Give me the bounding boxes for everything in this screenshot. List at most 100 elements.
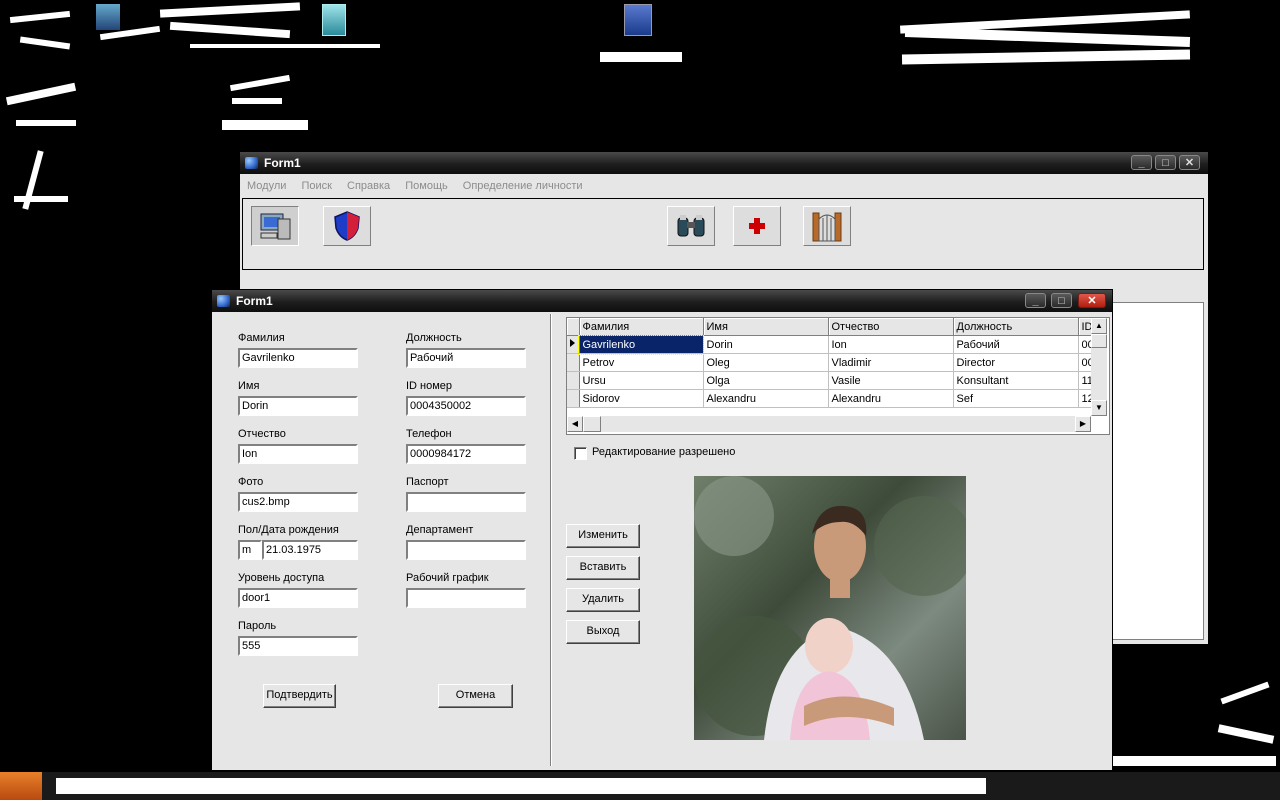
name-field[interactable]: Dorin — [238, 396, 358, 416]
desktop-scribble — [169, 21, 291, 39]
column-header-patronymic[interactable]: Отчество — [828, 318, 954, 336]
grid-cell-position[interactable]: Sef — [953, 389, 1079, 408]
close-icon[interactable]: ✕ — [1078, 293, 1106, 308]
scroll-right-icon[interactable]: ▶ — [1075, 416, 1091, 432]
close-icon[interactable]: ✕ — [1179, 155, 1200, 170]
department-field[interactable] — [406, 540, 526, 560]
taskbar — [0, 772, 1280, 800]
cancel-button[interactable]: Отмена — [438, 684, 513, 708]
grid-cell-position[interactable]: Рабочий — [953, 335, 1079, 354]
grid-cell-surname[interactable]: Sidorov — [579, 389, 704, 408]
employee-form-window: Form1 _ □ ✕ Фамилия Gavrilenko Имя Dorin… — [212, 290, 1112, 770]
passport-label: Паспорт — [406, 476, 449, 488]
desktop-scribble — [14, 196, 68, 202]
main-window-titlebar[interactable]: Form1 _ □ ✕ — [240, 152, 1208, 174]
employees-grid[interactable]: Фамилия Имя Отчество Должность ID Gavril… — [566, 317, 1110, 435]
scroll-thumb[interactable] — [583, 416, 601, 432]
column-header-name[interactable]: Имя — [703, 318, 829, 336]
id-number-label: ID номер — [406, 380, 453, 392]
confirm-button[interactable]: Подтвердить — [263, 684, 336, 708]
form-window-titlebar[interactable]: Form1 _ □ ✕ — [212, 290, 1112, 312]
desktop-scribble — [229, 74, 291, 92]
edit-allowed-checkbox[interactable] — [574, 447, 587, 460]
table-row[interactable]: Sidorov Alexandru Alexandru Sef 12 — [567, 389, 1095, 408]
access-level-field[interactable]: door1 — [238, 588, 358, 608]
maximize-icon[interactable]: □ — [1051, 293, 1072, 308]
search-button[interactable] — [667, 206, 715, 246]
door-button[interactable] — [803, 206, 851, 246]
desktop-scribble — [901, 49, 1191, 65]
scroll-down-icon[interactable]: ▼ — [1091, 400, 1107, 416]
menu-identification[interactable]: Определение личности — [463, 180, 583, 192]
grid-cell-patronymic[interactable]: Vasile — [828, 371, 954, 390]
grid-cell-name[interactable]: Dorin — [703, 335, 829, 354]
row-indicator — [567, 389, 580, 408]
table-row[interactable]: Gavrilenko Dorin Ion Рабочий 00 — [567, 334, 1095, 355]
grid-horizontal-scrollbar[interactable]: ◀ ▶ — [567, 416, 1091, 432]
photo-field[interactable]: cus2.bmp — [238, 492, 358, 512]
menu-modules[interactable]: Модули — [247, 180, 286, 192]
schedule-field[interactable] — [406, 588, 526, 608]
employee-photo-image — [694, 476, 966, 740]
app-icon — [217, 295, 230, 307]
grid-cell-surname[interactable]: Ursu — [579, 371, 704, 390]
grid-cell-surname[interactable]: Gavrilenko — [578, 334, 704, 355]
grid-cell-name[interactable]: Olga — [703, 371, 829, 390]
maximize-icon[interactable]: □ — [1155, 155, 1176, 170]
schedule-label: Рабочий график — [406, 572, 489, 584]
menu-help[interactable]: Помощь — [405, 180, 448, 192]
row-indicator — [567, 353, 580, 372]
document-icon[interactable] — [322, 4, 346, 36]
grid-cell-position[interactable]: Konsultant — [953, 371, 1079, 390]
desktop-scribble — [16, 120, 76, 126]
grid-cell-patronymic[interactable]: Vladimir — [828, 353, 954, 372]
row-indicator — [567, 371, 580, 390]
table-row[interactable]: Petrov Oleg Vladimir Director 00 — [567, 353, 1095, 372]
start-button[interactable] — [0, 772, 42, 800]
minimize-icon[interactable]: _ — [1025, 293, 1046, 308]
menu-reference[interactable]: Справка — [347, 180, 390, 192]
desktop-scribble — [159, 2, 301, 18]
grid-cell-surname[interactable]: Petrov — [579, 353, 704, 372]
phone-label: Телефон — [406, 428, 452, 440]
grid-cell-name[interactable]: Alexandru — [703, 389, 829, 408]
grid-cell-patronymic[interactable]: Alexandru — [828, 389, 954, 408]
app-icon[interactable] — [96, 4, 120, 30]
column-header-surname[interactable]: Фамилия — [579, 318, 704, 336]
patronymic-field[interactable]: Ion — [238, 444, 358, 464]
change-button[interactable]: Изменить — [566, 524, 640, 548]
birth-date-field[interactable]: 21.03.1975 — [262, 540, 358, 560]
insert-button[interactable]: Вставить — [566, 556, 640, 580]
computer-button[interactable] — [251, 206, 299, 246]
grid-cell-name[interactable]: Oleg — [703, 353, 829, 372]
surname-field[interactable]: Gavrilenko — [238, 348, 358, 368]
table-row[interactable]: Ursu Olga Vasile Konsultant 11 — [567, 371, 1095, 390]
exit-button[interactable]: Выход — [566, 620, 640, 644]
text-file-icon[interactable] — [624, 4, 652, 36]
id-number-field[interactable]: 0004350002 — [406, 396, 526, 416]
grid-cell-patronymic[interactable]: Ion — [828, 335, 954, 354]
position-field[interactable]: Рабочий — [406, 348, 526, 368]
passport-field[interactable] — [406, 492, 526, 512]
column-header-position[interactable]: Должность — [953, 318, 1079, 336]
gender-field[interactable]: m — [238, 540, 262, 560]
delete-button[interactable]: Удалить — [566, 588, 640, 612]
scroll-thumb[interactable] — [1091, 334, 1107, 348]
menu-search[interactable]: Поиск — [301, 180, 331, 192]
password-field[interactable]: 555 — [238, 636, 358, 656]
computer-icon — [260, 213, 291, 240]
minimize-icon[interactable]: _ — [1131, 155, 1152, 170]
scroll-up-icon[interactable]: ▲ — [1091, 318, 1107, 334]
desktop-scribble — [190, 44, 380, 48]
phone-field[interactable]: 0000984172 — [406, 444, 526, 464]
scroll-left-icon[interactable]: ◀ — [567, 416, 583, 432]
grid-vertical-scrollbar[interactable]: ▲ ▼ — [1091, 318, 1107, 416]
desktop-scribble — [904, 27, 1191, 47]
grid-cell-position[interactable]: Director — [953, 353, 1079, 372]
patronymic-label: Отчество — [238, 428, 286, 440]
security-button[interactable] — [323, 206, 371, 246]
window-title: Form1 — [236, 294, 273, 308]
menu-bar: Модули Поиск Справка Помощь Определение … — [247, 180, 595, 192]
desktop-scribble — [1110, 756, 1276, 766]
add-button[interactable] — [733, 206, 781, 246]
